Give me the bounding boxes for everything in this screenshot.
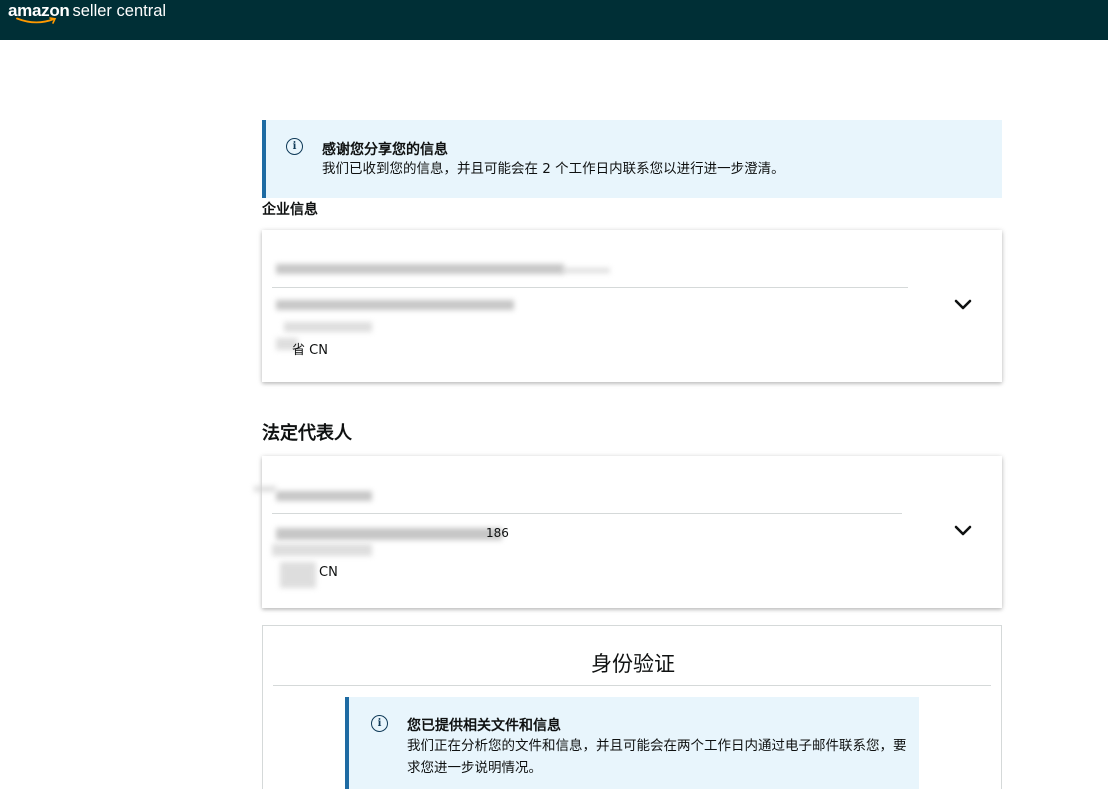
redacted-business-address (276, 300, 514, 310)
amazon-seller-central-logo[interactable]: amazon seller central (8, 0, 166, 30)
alert-title: 感谢您分享您的信息 (322, 142, 448, 158)
amazon-smile-icon (16, 17, 57, 24)
alert-title: 您已提供相关文件和信息 (407, 718, 561, 734)
redacted-representative-name-left (254, 486, 276, 492)
business-info-heading: 企业信息 (262, 202, 318, 218)
expand-business-info-chevron-down-icon[interactable] (952, 294, 974, 316)
redacted-representative-details-2 (272, 544, 372, 556)
redacted-representative-address (280, 562, 316, 588)
info-alert-thanks: i 感谢您分享您的信息 我们已收到您的信息，并且可能会在 2 个工作日内联系您以… (262, 120, 1002, 198)
redacted-business-name-tail (562, 268, 610, 273)
card-divider (272, 287, 908, 288)
info-alert-documents-provided: i 您已提供相关文件和信息 我们正在分析您的文件和信息，并且可能会在两个工作日内… (345, 697, 919, 789)
top-navigation-bar: amazon seller central (0, 0, 1108, 40)
business-address-country: 省 CN (292, 343, 328, 358)
expand-legal-representative-chevron-down-icon[interactable] (952, 520, 974, 542)
alert-message: 我们已收到您的信息，并且可能会在 2 个工作日内联系您以进行进一步澄清。 (322, 161, 785, 177)
redacted-representative-name (276, 491, 372, 501)
representative-details-tail: 186 (486, 526, 509, 540)
identity-verification-title: 身份验证 (591, 652, 675, 676)
legal-representative-card[interactable]: 186 CN (254, 456, 1002, 608)
identity-verification-card: 身份验证 i 您已提供相关文件和信息 我们正在分析您的文件和信息，并且可能会在两… (262, 625, 1002, 789)
redacted-representative-details (276, 528, 502, 540)
alert-message: 我们正在分析您的文件和信息，并且可能会在两个工作日内通过电子邮件联系您，要求您进… (407, 738, 907, 776)
representative-address-country: CN (319, 565, 338, 580)
card-divider (272, 513, 902, 514)
legal-representative-heading: 法定代表人 (262, 423, 352, 444)
redacted-business-name (276, 264, 564, 274)
identity-verification-divider (273, 685, 991, 686)
business-info-card[interactable]: 省 CN (262, 230, 1002, 382)
info-icon: i (286, 138, 303, 155)
redacted-business-address-2 (284, 322, 372, 332)
info-icon: i (371, 715, 388, 732)
logo-product-text: seller central (72, 2, 167, 20)
